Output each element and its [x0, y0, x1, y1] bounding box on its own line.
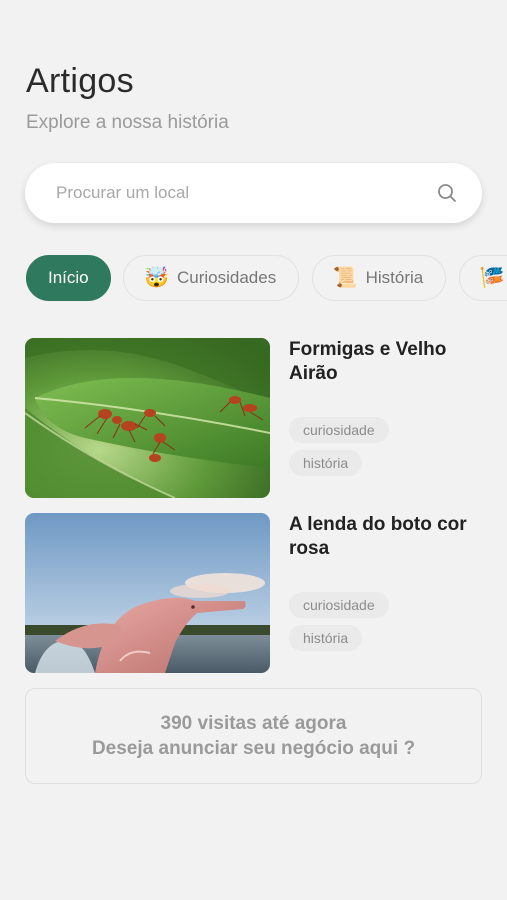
- article-thumbnail[interactable]: [25, 338, 270, 498]
- article-tag: história: [289, 625, 363, 651]
- ants-on-leaf-photo: [25, 338, 270, 498]
- article-card[interactable]: Formigas e Velho Airão curiosidade histó…: [25, 338, 485, 498]
- category-filter-bar[interactable]: Início 🤯 Curiosidades 📜 História 🎏 C: [26, 255, 507, 301]
- page-subtitle: Explore a nossa história: [26, 112, 229, 133]
- articles-screen: Artigos Explore a nossa história Início …: [0, 0, 507, 900]
- search-icon[interactable]: [436, 182, 458, 204]
- category-chip-historia[interactable]: 📜 História: [311, 255, 447, 301]
- category-chip-label: Início: [48, 268, 89, 287]
- category-chip-curiosidades[interactable]: 🤯 Curiosidades: [123, 255, 300, 301]
- article-tag: história: [289, 450, 363, 476]
- exploding-head-icon: 🤯: [144, 267, 169, 289]
- category-chip-inicio[interactable]: Início: [26, 255, 111, 301]
- article-thumbnail[interactable]: [25, 513, 270, 673]
- scroll-icon: 📜: [332, 267, 358, 289]
- article-title[interactable]: A lenda do boto cor rosa: [289, 513, 485, 561]
- visit-counter: 390 visitas até agora: [160, 713, 347, 734]
- search-bar[interactable]: [25, 163, 482, 223]
- page-title: Artigos: [26, 62, 134, 100]
- search-input[interactable]: [56, 183, 436, 203]
- article-tag: curiosidade: [289, 592, 389, 618]
- carp-streamer-icon: 🎏: [479, 267, 505, 289]
- category-chip-label: Curiosidades: [177, 268, 277, 287]
- category-chip-label: História: [365, 268, 424, 287]
- article-title[interactable]: Formigas e Velho Airão: [289, 338, 485, 386]
- advertise-link[interactable]: Deseja anunciar seu negócio aqui ?: [92, 736, 415, 761]
- pink-river-dolphin-photo: [25, 513, 270, 673]
- article-tag: curiosidade: [289, 417, 389, 443]
- advertise-banner[interactable]: 390 visitas até agora Deseja anunciar se…: [25, 688, 482, 784]
- category-chip-partial[interactable]: 🎏 C: [458, 255, 507, 301]
- article-card[interactable]: A lenda do boto cor rosa curiosidade his…: [25, 513, 485, 673]
